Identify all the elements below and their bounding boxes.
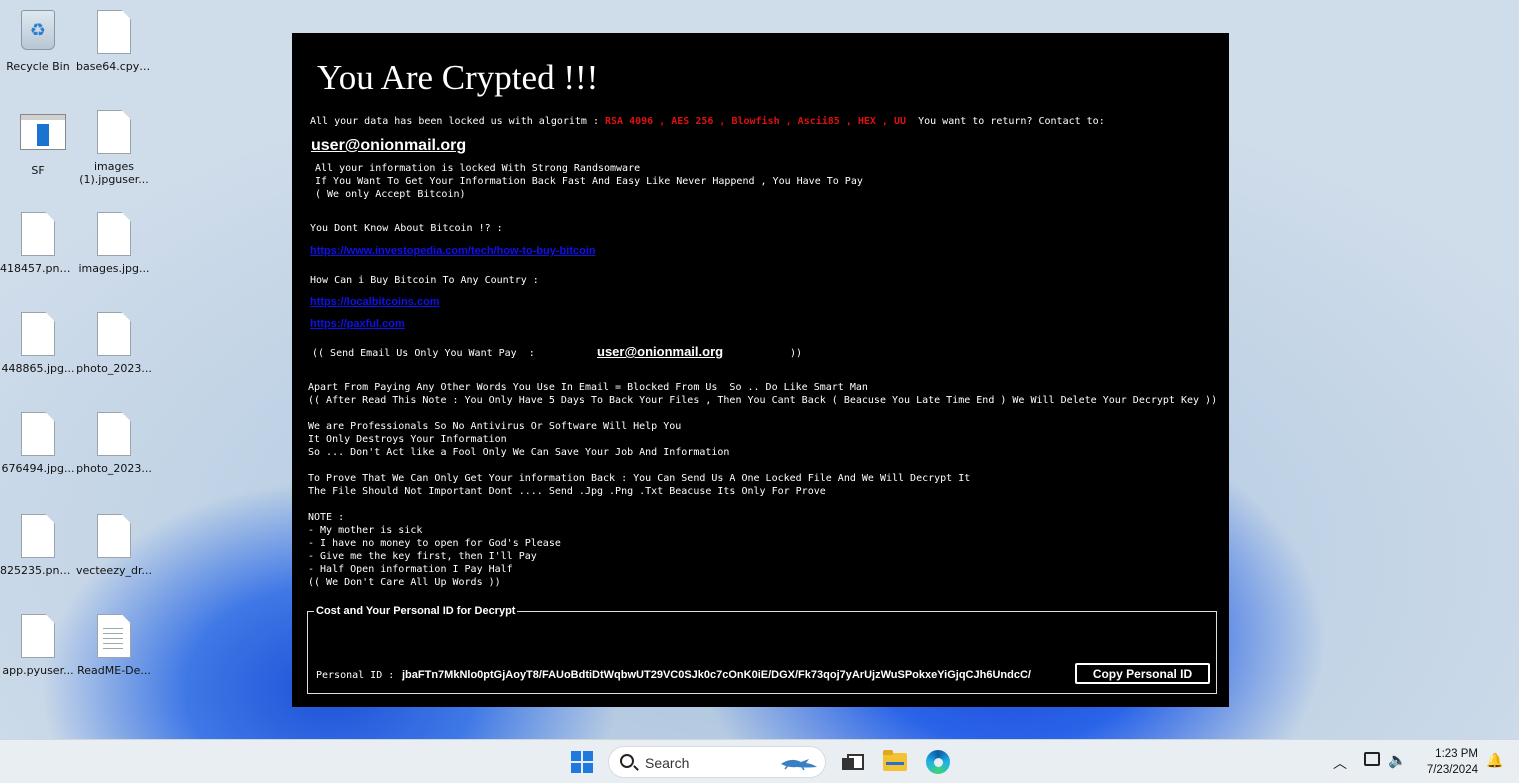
personal-id-value[interactable]: jbaFTn7MkNlo0ptGjAoyT8/FAUoBdtiDtWqbwUT2…	[402, 669, 1070, 681]
network-icon[interactable]	[1364, 752, 1380, 766]
desktop-icon-label: base64.cpyt...	[76, 60, 152, 73]
file-icon	[97, 412, 131, 456]
clock-date: 7/23/2024	[1426, 764, 1478, 776]
note-title: You Are Crypted !!!	[317, 58, 599, 97]
clock-time: 1:23 PM	[1435, 748, 1478, 760]
desktop-icon-recycle-bin[interactable]: ♻ Recycle Bin	[0, 10, 76, 73]
volume-icon[interactable]: 🔈	[1388, 751, 1407, 769]
desktop-icon-label: app.pyuser...	[2, 664, 74, 677]
desktop-icon-file[interactable]: 448865.jpg...	[0, 312, 76, 375]
file-icon	[21, 212, 55, 256]
ransom-note-window: You Are Crypted !!! All your data has be…	[292, 33, 1229, 707]
personal-id-label: Personal ID :	[316, 670, 395, 681]
algorithm-list: RSA 4096 , AES 256 , Blowfish , Ascii85 …	[605, 116, 907, 127]
file-icon	[97, 110, 131, 154]
edge-browser-button[interactable]	[924, 748, 952, 776]
paxful-link[interactable]: https://paxful.com	[310, 318, 405, 330]
desktop-icon-file[interactable]: images.jpg...	[76, 212, 152, 275]
intro-prefix: All your data has been locked us with al…	[310, 116, 606, 127]
chevron-up-icon[interactable]: ︿	[1333, 753, 1347, 773]
file-icon	[21, 412, 55, 456]
desktop-icon-label: photo_2023...	[76, 362, 152, 375]
desktop-icon-file[interactable]: 825235.png...	[0, 514, 76, 577]
task-view-icon	[842, 754, 864, 770]
desktop-icon-label: ReadME-De...	[77, 664, 151, 677]
localbitcoins-link[interactable]: https://localbitcoins.com	[310, 296, 440, 308]
start-button[interactable]	[568, 748, 596, 776]
intro-suffix: You want to return? Contact to:	[906, 116, 1105, 127]
desktop-icon-label: 418457.png...	[0, 262, 76, 275]
country-question: How Can i Buy Bitcoin To Any Country :	[310, 275, 539, 286]
task-view-button[interactable]	[837, 748, 865, 776]
desktop-icon-file[interactable]: images (1).jpguser...	[76, 110, 152, 186]
desktop-icon-label: 448865.jpg...	[1, 362, 75, 375]
desktop-icon-sf[interactable]: SF	[0, 110, 76, 177]
desktop-icon-label: photo_2023...	[76, 462, 152, 475]
contact-email: user@onionmail.org	[311, 137, 467, 154]
edge-icon	[926, 750, 950, 774]
desktop-icon-file[interactable]: photo_2023...	[76, 412, 152, 475]
desktop-icon-label: images.jpg...	[78, 262, 150, 275]
taskbar-search[interactable]: Search	[608, 746, 826, 778]
notification-bell-icon[interactable]: 🔔	[1486, 753, 1503, 769]
locked-message: All your information is locked With Stro…	[315, 163, 863, 200]
file-icon	[97, 10, 131, 54]
text-document-icon	[97, 614, 131, 658]
desktop-icon-file[interactable]: 418457.png...	[0, 212, 76, 275]
desktop-icon-file[interactable]: base64.cpyt...	[76, 10, 152, 73]
send-email-close: ))	[790, 348, 803, 359]
desktop-icon-label: Recycle Bin	[6, 60, 70, 73]
file-icon	[97, 312, 131, 356]
clock[interactable]: 1:23 PM 7/23/2024	[1414, 746, 1478, 778]
desktop-icon-file[interactable]: 676494.jpg...	[0, 412, 76, 475]
intro-line: All your data has been locked us with al…	[310, 115, 1105, 128]
file-icon	[97, 514, 131, 558]
search-placeholder: Search	[645, 755, 690, 771]
note-body-text: Apart From Paying Any Other Words You Us…	[308, 382, 1218, 588]
search-icon	[620, 754, 634, 768]
bitcoin-question: You Dont Know About Bitcoin !? :	[310, 223, 503, 234]
search-highlight-icon	[781, 759, 817, 771]
desktop-icon-file[interactable]: photo_2023...	[76, 312, 152, 375]
desktop-icon-label: 676494.jpg...	[1, 462, 75, 475]
file-explorer-button[interactable]	[881, 748, 909, 776]
send-email-row: (( Send Email Us Only You Want Pay : use…	[312, 344, 932, 367]
desktop-icon-label: 825235.png...	[0, 564, 76, 577]
file-icon	[21, 514, 55, 558]
send-email-text: (( Send Email Us Only You Want Pay :	[312, 348, 535, 359]
desktop-icon-label: vecteezy_dr...	[76, 564, 152, 577]
file-icon	[21, 312, 55, 356]
copy-personal-id-button[interactable]: Copy Personal ID	[1075, 663, 1210, 684]
folder-icon	[883, 750, 907, 771]
desktop-icon-label: SF	[31, 164, 45, 177]
windows-logo-icon	[571, 751, 593, 773]
desktop-icon-document[interactable]: ReadME-De...	[76, 614, 152, 677]
app-window-icon	[20, 114, 66, 150]
file-icon	[21, 614, 55, 658]
recycle-bin-icon: ♻	[21, 10, 55, 50]
personal-id-legend: Cost and Your Personal ID for Decrypt	[316, 605, 516, 617]
file-icon	[97, 212, 131, 256]
personal-id-group: Cost and Your Personal ID for Decrypt Pe…	[307, 605, 1217, 694]
taskbar: Search ︿ 🔈 1:23 PM 7/23/2024 🔔	[0, 739, 1519, 783]
investopedia-link[interactable]: https://www.investopedia.com/tech/how-to…	[310, 245, 596, 257]
desktop-icon-label: images (1).jpguser...	[79, 160, 149, 186]
desktop-icon-file[interactable]: vecteezy_dr...	[76, 514, 152, 577]
payment-email: user@onionmail.org	[597, 344, 724, 359]
desktop-icon-file[interactable]: app.pyuser...	[0, 614, 76, 677]
